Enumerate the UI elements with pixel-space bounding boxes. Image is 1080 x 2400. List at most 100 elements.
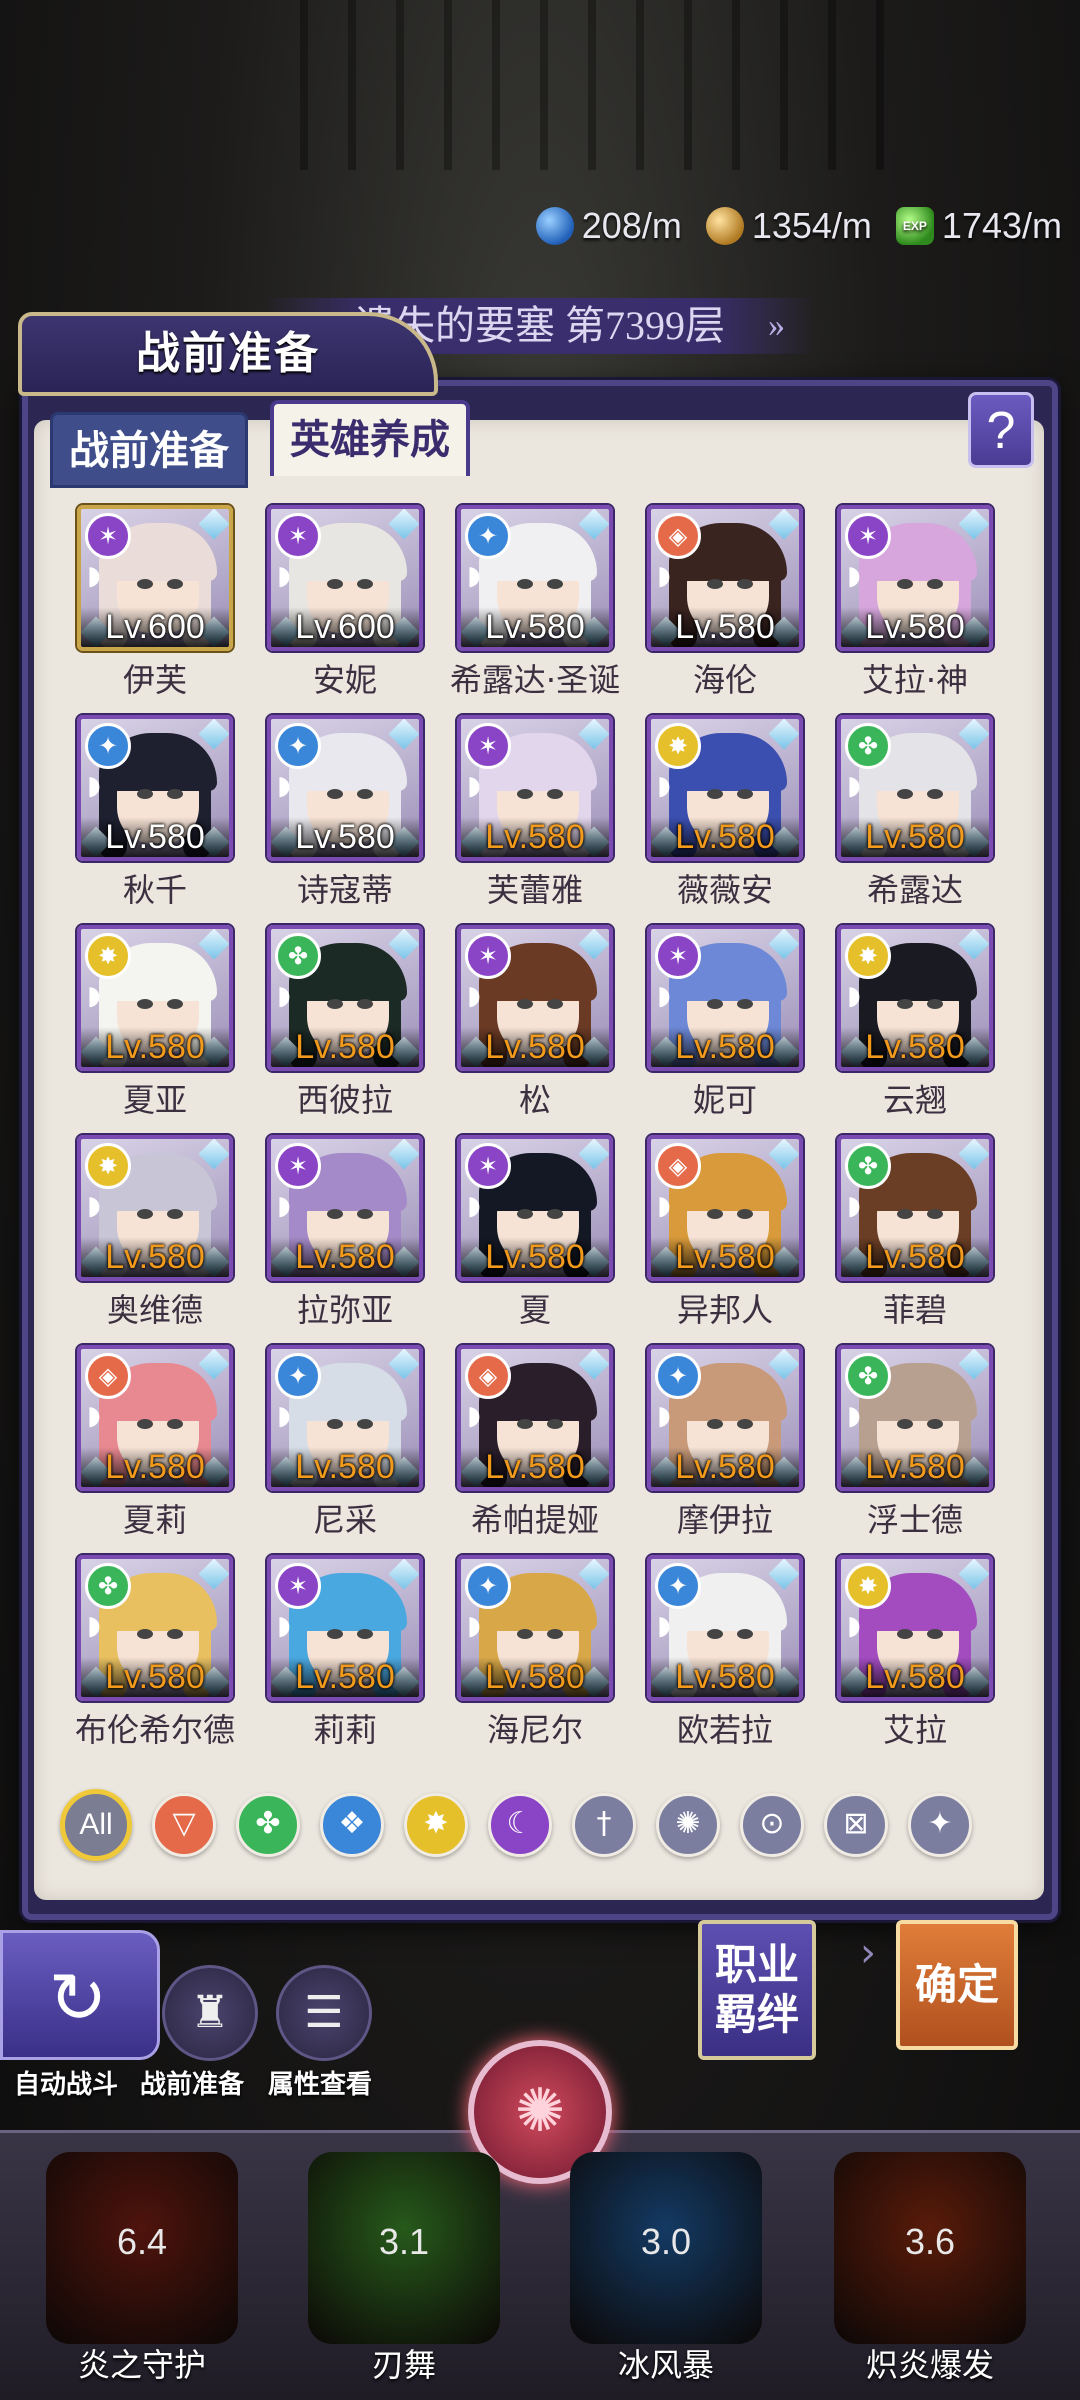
skill-button[interactable]: 3.0 bbox=[570, 2152, 762, 2344]
warrior-class-icon[interactable]: † bbox=[572, 1793, 636, 1857]
tab-hero-training[interactable]: 英雄养成 bbox=[270, 400, 470, 476]
hero-card[interactable]: ✦ ◗ Lv.580 欧若拉 bbox=[630, 1555, 820, 1751]
hero-card[interactable]: ◈ ◗ Lv.580 希帕提娅 bbox=[440, 1345, 630, 1541]
pre-battle-button[interactable]: ♜ bbox=[162, 1965, 258, 2061]
attributes-button[interactable]: ☰ bbox=[276, 1965, 372, 2061]
hero-name: 夏 bbox=[518, 1291, 551, 1329]
job-bond-button[interactable]: 职业 羁绊 bbox=[698, 1920, 816, 2060]
wind-element-icon[interactable]: ✤ bbox=[236, 1793, 300, 1857]
hero-level: Lv.580 bbox=[81, 1447, 229, 1487]
tab-pre-battle[interactable]: 战前准备 bbox=[50, 412, 248, 488]
hero-card[interactable]: ◈ ◗ Lv.580 夏莉 bbox=[60, 1345, 250, 1541]
hero-level: Lv.600 bbox=[271, 607, 419, 647]
hero-name: 云翘 bbox=[882, 1081, 947, 1119]
hero-card[interactable]: ✸ ◗ Lv.580 云翘 bbox=[820, 925, 1010, 1121]
hero-card[interactable]: ✦ ◗ Lv.580 诗寇蒂 bbox=[250, 715, 440, 911]
hero-level: Lv.580 bbox=[461, 1027, 609, 1067]
hero-card[interactable]: ✤ ◗ Lv.580 希露达 bbox=[820, 715, 1010, 911]
auto-battle-button[interactable]: ↻ bbox=[0, 1930, 160, 2060]
purple-element-icon: ✶ bbox=[845, 513, 891, 559]
hero-card[interactable]: ✤ ◗ Lv.580 菲碧 bbox=[820, 1135, 1010, 1331]
light-element-icon[interactable]: ✸ bbox=[404, 1793, 468, 1857]
skill-name: 炽炎爆发 bbox=[865, 2346, 994, 2384]
hero-portrait: ✤ ◗ Lv.580 bbox=[77, 1555, 233, 1701]
hero-level: Lv.580 bbox=[81, 1027, 229, 1067]
panel-title: 战前准备 bbox=[18, 312, 438, 396]
hero-card[interactable]: ✤ ◗ Lv.580 西彼拉 bbox=[250, 925, 440, 1121]
hero-portrait: ✸ ◗ Lv.580 bbox=[647, 715, 803, 861]
support-class-icon[interactable]: ⊙ bbox=[740, 1793, 804, 1857]
hero-portrait: ✤ ◗ Lv.580 bbox=[837, 1135, 993, 1281]
hero-card[interactable]: ✦ ◗ Lv.580 海尼尔 bbox=[440, 1555, 630, 1751]
hero-portrait: ◈ ◗ Lv.580 bbox=[647, 1135, 803, 1281]
hero-card[interactable]: ✶ ◗ Lv.600 伊芙 bbox=[60, 505, 250, 701]
hero-card[interactable]: ✶ ◗ Lv.580 莉莉 bbox=[250, 1555, 440, 1751]
class-icon: ◗ bbox=[467, 981, 481, 1011]
mage-class-icon[interactable]: ✺ bbox=[656, 1793, 720, 1857]
resource-gem: 208/m bbox=[535, 205, 682, 247]
hero-portrait: ✶ ◗ Lv.600 bbox=[267, 505, 423, 651]
pre-battle-label: 战前准备 bbox=[140, 2070, 245, 2100]
hero-card[interactable]: ✦ ◗ Lv.580 尼采 bbox=[250, 1345, 440, 1541]
class-icon: ◗ bbox=[277, 1611, 291, 1641]
hero-card[interactable]: ✸ ◗ Lv.580 夏亚 bbox=[60, 925, 250, 1121]
hero-level: Lv.580 bbox=[651, 607, 799, 647]
purple-element-icon: ✶ bbox=[465, 723, 511, 769]
filter-all-button[interactable]: All bbox=[60, 1789, 132, 1861]
skill-button[interactable]: 3.6 bbox=[834, 2152, 1026, 2344]
coin-icon bbox=[705, 207, 744, 245]
skill-cooldown: 3.6 bbox=[834, 2152, 1026, 2344]
hero-name: 希露达 bbox=[866, 871, 963, 909]
hero-portrait: ✸ ◗ Lv.580 bbox=[837, 925, 993, 1071]
resource-exp-value: 1743/m bbox=[941, 205, 1062, 246]
hero-card[interactable]: ✸ ◗ Lv.580 薇薇安 bbox=[630, 715, 820, 911]
skill-button[interactable]: 6.4 bbox=[46, 2152, 238, 2344]
dark-element-icon[interactable]: ☾ bbox=[488, 1793, 552, 1857]
fire-element-icon[interactable]: ▽ bbox=[152, 1793, 216, 1857]
skill-button[interactable]: 3.1 bbox=[308, 2152, 500, 2344]
hero-card[interactable]: ✦ ◗ Lv.580 摩伊拉 bbox=[630, 1345, 820, 1541]
class-icon: ◗ bbox=[847, 561, 861, 591]
help-button[interactable]: ? bbox=[968, 392, 1034, 468]
class-icon: ◗ bbox=[657, 981, 671, 1011]
purple-element-icon: ✶ bbox=[465, 933, 511, 979]
gem-icon bbox=[535, 207, 574, 245]
water-element-icon[interactable]: ❖ bbox=[320, 1793, 384, 1857]
hero-card[interactable]: ✶ ◗ Lv.580 艾拉·神 bbox=[820, 505, 1010, 701]
hero-portrait: ◈ ◗ Lv.580 bbox=[647, 505, 803, 651]
confirm-button[interactable]: 确定 bbox=[896, 1920, 1018, 2050]
red-element-icon: ◈ bbox=[85, 1353, 131, 1399]
hero-card[interactable]: ✶ ◗ Lv.600 安妮 bbox=[250, 505, 440, 701]
red-element-icon: ◈ bbox=[655, 1143, 701, 1189]
hero-card[interactable]: ✦ ◗ Lv.580 秋千 bbox=[60, 715, 250, 911]
hero-card[interactable]: ✶ ◗ Lv.580 拉弥亚 bbox=[250, 1135, 440, 1331]
resource-coin: 1354/m bbox=[705, 205, 872, 247]
hero-card[interactable]: ✸ ◗ Lv.580 艾拉 bbox=[820, 1555, 1010, 1751]
chevron-right-icon: » bbox=[768, 307, 785, 344]
class-icon: ◗ bbox=[657, 771, 671, 801]
hero-card[interactable]: ✦ ◗ Lv.580 希露达·圣诞 bbox=[440, 505, 630, 701]
class-icon: ◗ bbox=[467, 771, 481, 801]
hero-card[interactable]: ✶ ◗ Lv.580 妮可 bbox=[630, 925, 820, 1121]
hero-card[interactable]: ✸ ◗ Lv.580 奥维德 bbox=[60, 1135, 250, 1331]
hero-name: 夏莉 bbox=[122, 1501, 187, 1539]
hero-card[interactable]: ✤ ◗ Lv.580 布伦希尔德 bbox=[60, 1555, 250, 1751]
green-element-icon: ✤ bbox=[845, 1143, 891, 1189]
class-icon: ◗ bbox=[657, 1191, 671, 1221]
hero-card[interactable]: ◈ ◗ Lv.580 异邦人 bbox=[630, 1135, 820, 1331]
hero-card[interactable]: ✶ ◗ Lv.580 芙蕾雅 bbox=[440, 715, 630, 911]
hero-card[interactable]: ✤ ◗ Lv.580 浮士德 bbox=[820, 1345, 1010, 1541]
hero-card[interactable]: ✶ ◗ Lv.580 夏 bbox=[440, 1135, 630, 1331]
guardian-class-icon[interactable]: ✦ bbox=[908, 1793, 972, 1857]
blue-element-icon: ✦ bbox=[655, 1353, 701, 1399]
hero-card[interactable]: ◈ ◗ Lv.580 海伦 bbox=[630, 505, 820, 701]
hero-name: 布伦希尔德 bbox=[74, 1711, 235, 1749]
job-bond-label-line1: 职业 bbox=[714, 1940, 799, 1989]
hero-level: Lv.580 bbox=[841, 607, 989, 647]
ranger-class-icon[interactable]: ⊠ bbox=[824, 1793, 888, 1857]
hero-card[interactable]: ✶ ◗ Lv.580 松 bbox=[440, 925, 630, 1121]
hero-level: Lv.580 bbox=[461, 1237, 609, 1277]
panel-tabs: 战前准备 英雄养成 bbox=[50, 400, 470, 488]
hero-portrait: ✸ ◗ Lv.580 bbox=[77, 925, 233, 1071]
class-icon: ◗ bbox=[847, 771, 861, 801]
